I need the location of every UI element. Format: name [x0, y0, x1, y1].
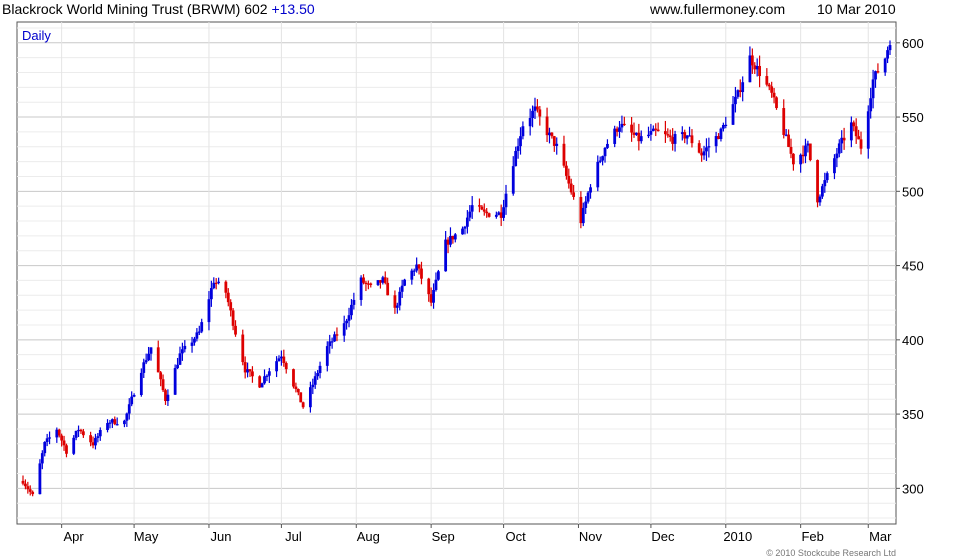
y-tick-label: 500 [902, 184, 924, 199]
y-tick-label: 400 [902, 333, 924, 348]
x-tick-label: Mar [869, 529, 892, 544]
price-bar [613, 125, 617, 148]
x-tick-label: May [134, 529, 159, 544]
x-tick-label: Apr [64, 529, 85, 544]
price-bar [299, 392, 303, 403]
price-bar [173, 364, 177, 395]
price-bar [241, 329, 245, 366]
x-tick-label: Oct [505, 529, 526, 544]
price-bar [292, 368, 295, 389]
x-tick-label: Jun [210, 529, 231, 544]
x-tick-label: Sep [432, 529, 455, 544]
x-tick-label: Dec [651, 529, 675, 544]
price-bar [487, 212, 491, 218]
price-bar [436, 269, 440, 281]
price-chart: 300 350 400 450 500 550 600 Apr May Jun Jul Aug Sep… [16, 21, 924, 544]
price-bar [258, 375, 262, 389]
y-tick-label: 600 [902, 36, 924, 51]
y-tick-label: 450 [902, 259, 924, 274]
price-bar [403, 278, 406, 287]
y-tick-label: 300 [902, 481, 924, 496]
price-bar [72, 435, 76, 456]
x-axis: Apr May Jun Jul Aug Sep Oct Nov Dec 2010 Feb Mar [61, 524, 892, 544]
price-bar [808, 143, 812, 162]
plot-area [16, 21, 897, 525]
x-tick-label: Aug [357, 529, 380, 544]
x-tick-label: Jul [285, 529, 302, 544]
period-label: Daily [22, 28, 51, 43]
y-axis: 300 350 400 450 500 550 600 [896, 36, 924, 496]
x-tick-label: 2010 [723, 529, 752, 544]
x-tick-label: Feb [801, 529, 823, 544]
price-bar [260, 382, 264, 388]
y-tick-label: 550 [902, 110, 924, 125]
price-bar [38, 459, 42, 495]
price-bar [816, 159, 819, 208]
price-bar [775, 96, 778, 110]
y-tick-label: 350 [902, 407, 924, 422]
x-tick-label: Nov [579, 529, 603, 544]
copyright-notice: © 2010 Stockcube Research Ltd [766, 548, 896, 558]
